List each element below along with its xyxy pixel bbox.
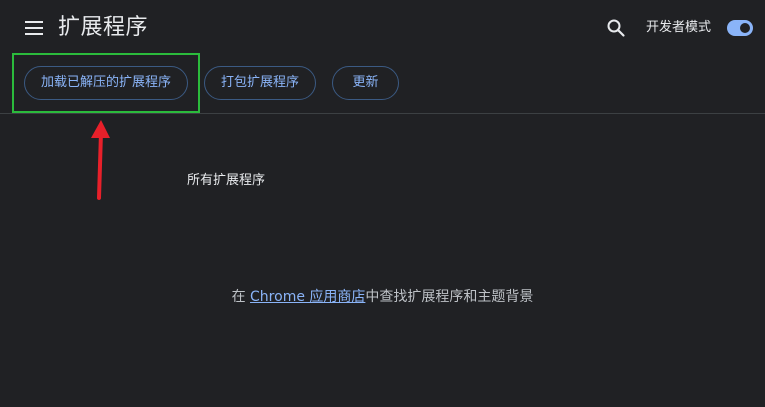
header-bar: 扩展程序 开发者模式: [0, 0, 765, 56]
pack-extension-button[interactable]: 打包扩展程序: [204, 66, 316, 100]
red-arrow-annotation: [91, 120, 110, 200]
toolbar: 加载已解压的扩展程序 打包扩展程序 更新: [0, 56, 765, 114]
toggle-knob: [740, 23, 750, 33]
store-hint-prefix: 在: [231, 289, 251, 305]
chrome-web-store-link[interactable]: Chrome 应用商店: [250, 289, 365, 305]
hamburger-menu-icon[interactable]: [24, 19, 44, 37]
load-unpacked-button[interactable]: 加载已解压的扩展程序: [24, 66, 188, 100]
developer-mode-toggle[interactable]: [727, 20, 753, 36]
store-hint: 在 Chrome 应用商店中查找扩展程序和主题背景: [0, 287, 765, 307]
store-hint-suffix: 中查找扩展程序和主题背景: [365, 289, 534, 305]
search-icon[interactable]: [606, 18, 626, 38]
page-title: 扩展程序: [58, 15, 149, 40]
developer-mode-label: 开发者模式: [646, 20, 712, 35]
all-extensions-label: 所有扩展程序: [187, 173, 266, 188]
update-button[interactable]: 更新: [332, 66, 399, 100]
